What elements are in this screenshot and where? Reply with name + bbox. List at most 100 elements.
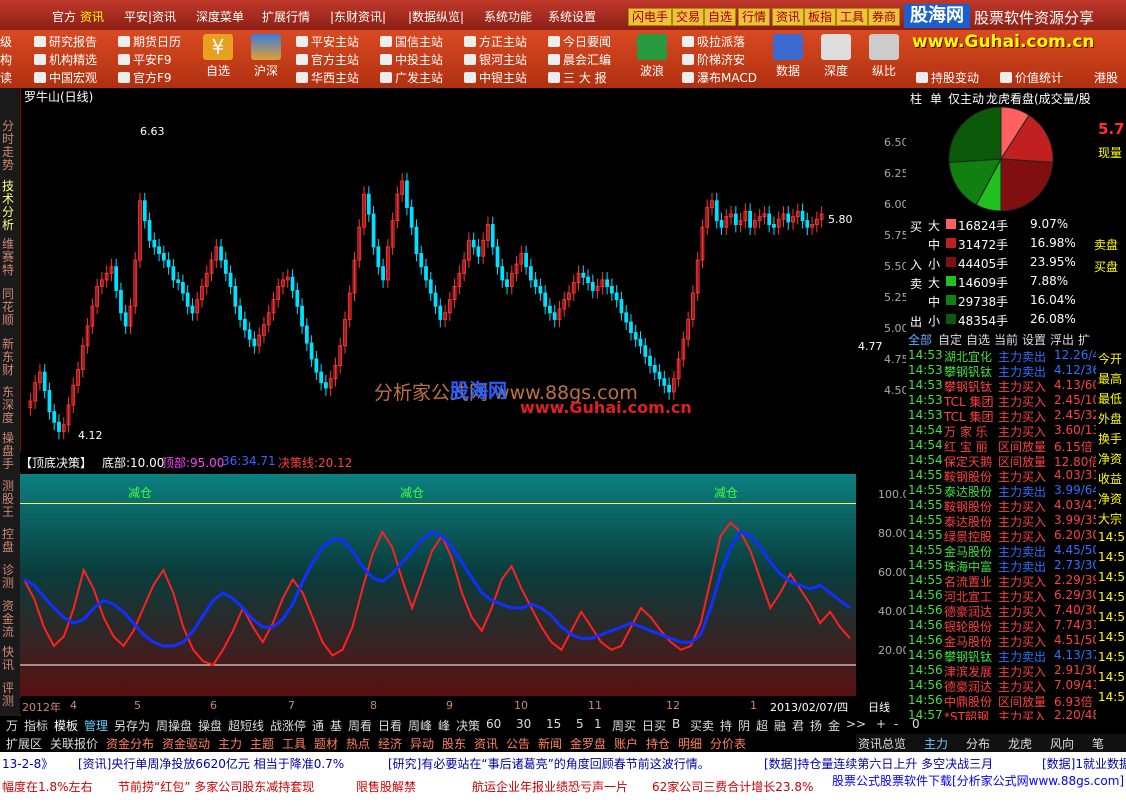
ribbon-research[interactable]: 研究报告: [34, 33, 97, 50]
feed-row[interactable]: 14:55 鞍钢股份 主力买入 4.03/41: [908, 498, 1096, 514]
feed-row[interactable]: 14:54 保定天鹅 区间放量 12.80倍: [908, 453, 1096, 469]
ticker-item[interactable]: [资讯]央行单周净投放6620亿元 相当于降准0.7%: [78, 755, 344, 772]
feed-row[interactable]: 14:55 泰达股份 主力卖出 3.99/64: [908, 483, 1096, 499]
nav-intraday[interactable]: 分时走势: [2, 120, 18, 172]
feed-tab-expand[interactable]: 扩: [1078, 331, 1090, 348]
tab-35[interactable]: 0: [912, 717, 920, 731]
tab-16[interactable]: 账户: [614, 735, 638, 752]
period-label[interactable]: 日线: [868, 699, 890, 715]
ribbon-cut-2[interactable]: 构: [0, 51, 12, 68]
news-button[interactable]: 资讯: [772, 8, 805, 26]
ticker-item[interactable]: [数据]1就业数据: [1042, 755, 1126, 772]
ribbon-guangfa-site[interactable]: 广发主站: [380, 69, 443, 86]
ribbon-huaxi-site[interactable]: 华西主站: [296, 69, 359, 86]
index-button[interactable]: 板指: [804, 8, 837, 26]
ribbon-zhongtou-site[interactable]: 中投主站: [380, 51, 443, 68]
tab-26[interactable]: 阴: [738, 717, 750, 734]
nav-review[interactable]: 评测: [2, 682, 18, 708]
ribbon-hk[interactable]: 港股: [1094, 69, 1118, 86]
ribbon-official-site[interactable]: 官方主站: [296, 51, 359, 68]
tab-8[interactable]: 战涨停: [270, 717, 306, 734]
tab-25[interactable]: 持: [720, 717, 732, 734]
ribbon-bocom-site[interactable]: 中银主站: [464, 69, 527, 86]
tab-1[interactable]: 指标: [24, 717, 48, 734]
compare-big-button[interactable]: 纵比: [860, 34, 908, 79]
menu-eastmoney[interactable]: |东财资讯|: [330, 8, 386, 25]
feed-row[interactable]: 14:55 珠海中富 主力卖出 2.73/30: [908, 558, 1096, 574]
depth-big-button[interactable]: 深度: [812, 34, 860, 79]
tab-23[interactable]: B: [672, 717, 680, 731]
feed-row[interactable]: 14:54 万 家 乐主力买入 3.60/13: [908, 423, 1096, 439]
tab-9[interactable]: 通: [312, 717, 324, 734]
watchlist-button[interactable]: 自选: [704, 8, 737, 26]
tab-11[interactable]: 股东: [442, 735, 466, 752]
feed-row[interactable]: 14:53 攀钢钒钛 主力卖出 4.12/36: [908, 363, 1096, 379]
tab-9[interactable]: 经济: [378, 735, 402, 752]
tab-19[interactable]: 分价表: [710, 735, 746, 752]
menu-depth[interactable]: 深度菜单: [196, 8, 244, 25]
feed-row[interactable]: 14:53 TCL 集团 主力买入 2.45/10: [908, 393, 1096, 409]
watchlist-big-button[interactable]: ¥ 自选: [194, 34, 242, 79]
flash-trade-button[interactable]: 闪电手: [628, 8, 673, 26]
nav-trader[interactable]: 操盘手: [2, 432, 18, 471]
ticker-item[interactable]: 节前捞“红包” 多家公司股东减持套现: [118, 778, 314, 795]
tab-22[interactable]: 日买: [642, 717, 666, 734]
indicator-name[interactable]: 【顶底决策】: [20, 454, 92, 471]
tab-27[interactable]: 超: [756, 717, 768, 734]
feed-row[interactable]: 14:56 德豪润达 主力买入 7.09/41: [908, 678, 1096, 694]
feed-row[interactable]: 14:55 鞍钢股份 主力买入 4.03/31: [908, 468, 1096, 484]
feed-tab-watchlist[interactable]: 自选: [966, 331, 990, 348]
feed-row[interactable]: 14:57 *ST韶钢 主力买入 2.20/48: [908, 708, 1096, 720]
ribbon-pull-fall[interactable]: 吸拉派落: [682, 33, 745, 50]
feed-row[interactable]: 14:56 中鼎股份 区间放量 6.93倍: [908, 693, 1096, 709]
tools-button[interactable]: 工具: [836, 8, 869, 26]
menu-settings[interactable]: 系统设置: [548, 8, 596, 25]
nav-technical[interactable]: 技术分析: [2, 180, 18, 232]
tab-18[interactable]: 明细: [678, 735, 702, 752]
nav-dongshendu[interactable]: 东深度: [2, 386, 18, 425]
tab-6[interactable]: 操盘: [198, 717, 222, 734]
tab-2[interactable]: 模板: [54, 717, 78, 734]
tab-15[interactable]: 金罗盘: [570, 735, 606, 752]
tab-21[interactable]: 周买: [612, 717, 636, 734]
nav-stock-king[interactable]: 测股王: [2, 480, 18, 519]
ribbon-futures-calendar[interactable]: 期货日历: [118, 33, 181, 50]
ticker-ad[interactable]: 股票公式股票软件下载[分析家公式网www.88gs.com]: [832, 772, 1125, 789]
tab-5[interactable]: 周操盘: [156, 717, 192, 734]
tab-28[interactable]: 融: [774, 717, 786, 734]
tab-17[interactable]: 持仓: [646, 735, 670, 752]
tab-18[interactable]: 15: [546, 717, 561, 731]
ticker-item[interactable]: [数据]持仓量连续第六日上升 多空决战三月: [764, 755, 993, 772]
ticker-item[interactable]: [研究]有必要站在“事后诸葛亮”的角度回顾春节前这波行情。: [388, 755, 710, 772]
tab-14[interactable]: 峰: [438, 717, 450, 734]
ribbon-galaxy-site[interactable]: 银河主站: [464, 51, 527, 68]
feed-row[interactable]: 14:53 湖北宜化 主力卖出 12.26/4: [908, 348, 1096, 364]
menu-data[interactable]: |数据纵览|: [408, 8, 464, 25]
feed-row[interactable]: 14:55 金马股份 主力卖出 4.45/50: [908, 543, 1096, 559]
feed-row[interactable]: 14:56 德豪润达 主力买入 7.40/30: [908, 603, 1096, 619]
tab-3[interactable]: 龙虎: [1008, 735, 1032, 752]
feed-tab-settings[interactable]: 设置: [1022, 331, 1046, 348]
tab-33[interactable]: +: [876, 717, 886, 731]
tab-13[interactable]: 周峰: [408, 717, 432, 734]
ribbon-three-papers[interactable]: 三 大 报: [548, 69, 607, 86]
tab-0[interactable]: 扩展区: [6, 735, 42, 752]
indicator-panel[interactable]: 减仓 减仓 减仓: [20, 474, 856, 696]
feed-row[interactable]: 14:56 银轮股份 主力买入 7.74/31: [908, 618, 1096, 634]
tab-12[interactable]: 日看: [378, 717, 402, 734]
ribbon-official-f9[interactable]: 官方F9: [118, 69, 172, 86]
tab-16[interactable]: 60: [486, 717, 501, 731]
feed-row[interactable]: 14:54 红 宝 丽区间放量 6.15倍: [908, 438, 1096, 454]
single-tab[interactable]: 单: [930, 90, 942, 107]
nav-flash-news[interactable]: 快讯: [2, 646, 18, 672]
feed-row[interactable]: 14:53 攀钢钒钛 主力买入 4.13/60: [908, 378, 1096, 394]
tab-0[interactable]: 资讯总览: [858, 735, 906, 752]
tab-17[interactable]: 30: [516, 717, 531, 731]
tab-5[interactable]: 笔: [1092, 735, 1104, 752]
menu-official[interactable]: 官方: [52, 8, 76, 25]
feed-row[interactable]: 14:56 攀钢钒钛 主力卖出 4.13/37: [908, 648, 1096, 664]
tab-2[interactable]: 资金分布: [106, 735, 154, 752]
tab-1[interactable]: 关联报价: [50, 735, 98, 752]
tab-30[interactable]: 扬: [810, 717, 822, 734]
tab-32[interactable]: >>: [846, 717, 866, 731]
